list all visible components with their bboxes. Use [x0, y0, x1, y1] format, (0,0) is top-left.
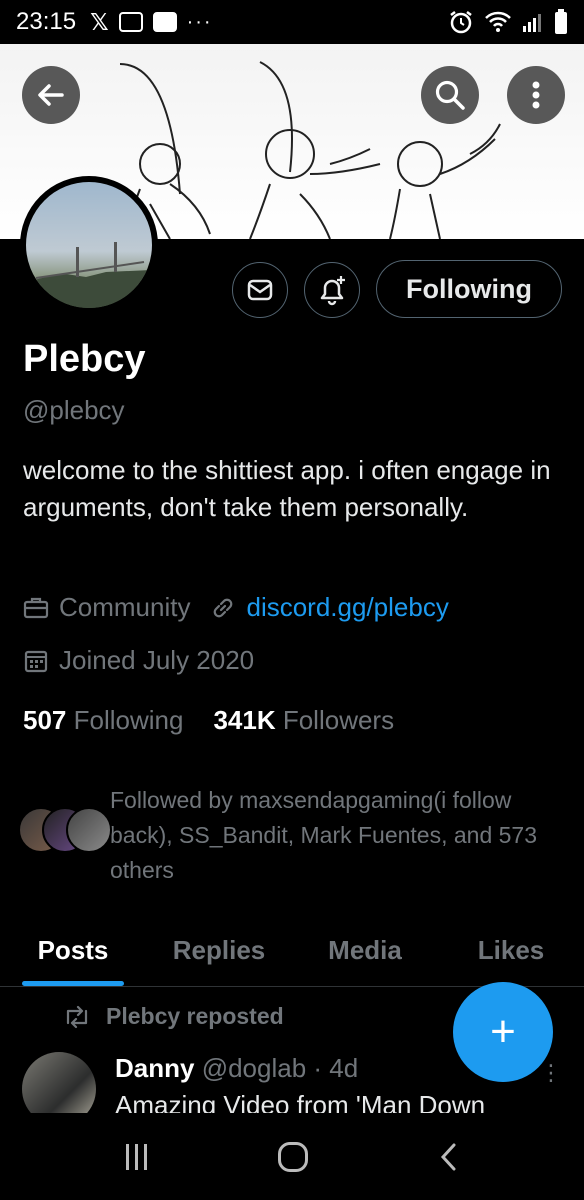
x-app-icon: 𝕏	[90, 8, 109, 35]
youtube-icon	[152, 12, 177, 32]
tab-posts[interactable]: Posts	[0, 915, 146, 986]
signal-icon	[523, 14, 541, 32]
tab-likes[interactable]: Likes	[438, 915, 584, 986]
profile-handle: @plebcy	[23, 395, 125, 425]
more-options-button[interactable]	[507, 66, 565, 124]
home-button[interactable]	[277, 1141, 308, 1172]
system-nav-bar	[0, 1113, 584, 1200]
followers-count-link[interactable]: 341K Followers	[213, 705, 394, 736]
alarm-icon	[450, 11, 472, 34]
profile-tabs: Posts Replies Media Likes	[0, 915, 584, 987]
avatar-bridge-image	[26, 242, 152, 308]
follower-avatar	[66, 807, 112, 853]
compose-button[interactable]: +	[453, 982, 553, 1082]
followed-by-avatars	[18, 807, 112, 855]
profile-meta-row-2: Joined July 2020	[23, 645, 254, 676]
envelope-icon	[247, 279, 273, 301]
link-icon	[214, 598, 233, 617]
profile-joined: Joined July 2020	[59, 645, 255, 675]
followers-label: Followers	[282, 705, 395, 735]
post-text[interactable]: Amazing Video from 'Man Down	[115, 1090, 485, 1114]
post-author-handle-time: @doglab · 4d	[201, 1053, 359, 1083]
wifi-icon	[485, 11, 511, 32]
search-button[interactable]	[421, 66, 479, 124]
tab-replies[interactable]: Replies	[146, 915, 292, 986]
followers-count: 341K	[213, 705, 276, 735]
recent-apps-button[interactable]	[125, 1143, 147, 1170]
battery-icon	[555, 9, 567, 34]
profile-link[interactable]: discord.gg/plebcy	[246, 592, 448, 623]
status-time: 23:15	[16, 8, 77, 35]
followed-by-text: Followed by maxsendapgaming(i follow bac…	[110, 787, 538, 883]
follow-counts: 507 Following 341K Followers	[23, 705, 394, 736]
profile-avatar[interactable]	[20, 176, 158, 314]
profile-meta-row-1: Community discord.gg/plebcy	[23, 592, 449, 623]
bell-plus-icon	[320, 276, 345, 306]
repost-indicator: Plebcy reposted	[62, 1003, 284, 1030]
followed-by[interactable]: Followed by maxsendapgaming(i follow bac…	[18, 783, 578, 888]
profile-bio: welcome to the shittiest app. i often en…	[23, 455, 551, 522]
following-count-link[interactable]: 507 Following	[23, 705, 183, 736]
more-vertical-icon	[532, 81, 540, 109]
profile-name: Plebcy	[23, 338, 146, 380]
following-count: 507	[23, 705, 67, 735]
post-header: Danny @doglab · 4d	[115, 1053, 358, 1084]
briefcase-icon	[23, 597, 49, 618]
message-button[interactable]	[232, 262, 288, 318]
back-button[interactable]	[22, 66, 80, 124]
search-icon	[435, 80, 465, 110]
post-author-name[interactable]: Danny	[115, 1053, 194, 1083]
following-button[interactable]: Following	[376, 260, 562, 318]
tab-media[interactable]: Media	[292, 915, 438, 986]
plus-icon: +	[490, 1007, 516, 1056]
back-nav-icon[interactable]	[439, 1142, 459, 1172]
following-label: Following	[73, 705, 184, 735]
repost-icon	[66, 1005, 88, 1028]
status-bar: 23:15 𝕏 ···	[0, 0, 584, 44]
arrow-left-icon	[38, 84, 64, 106]
repost-label: Plebcy reposted	[106, 1003, 284, 1029]
calendar-icon	[24, 650, 48, 672]
more-notifications-icon: ···	[186, 10, 213, 33]
profile-category: Community	[59, 592, 191, 622]
notifications-button[interactable]	[304, 262, 360, 318]
post-more-icon[interactable]: ⋮	[540, 1060, 562, 1086]
twitch-icon	[118, 12, 143, 32]
